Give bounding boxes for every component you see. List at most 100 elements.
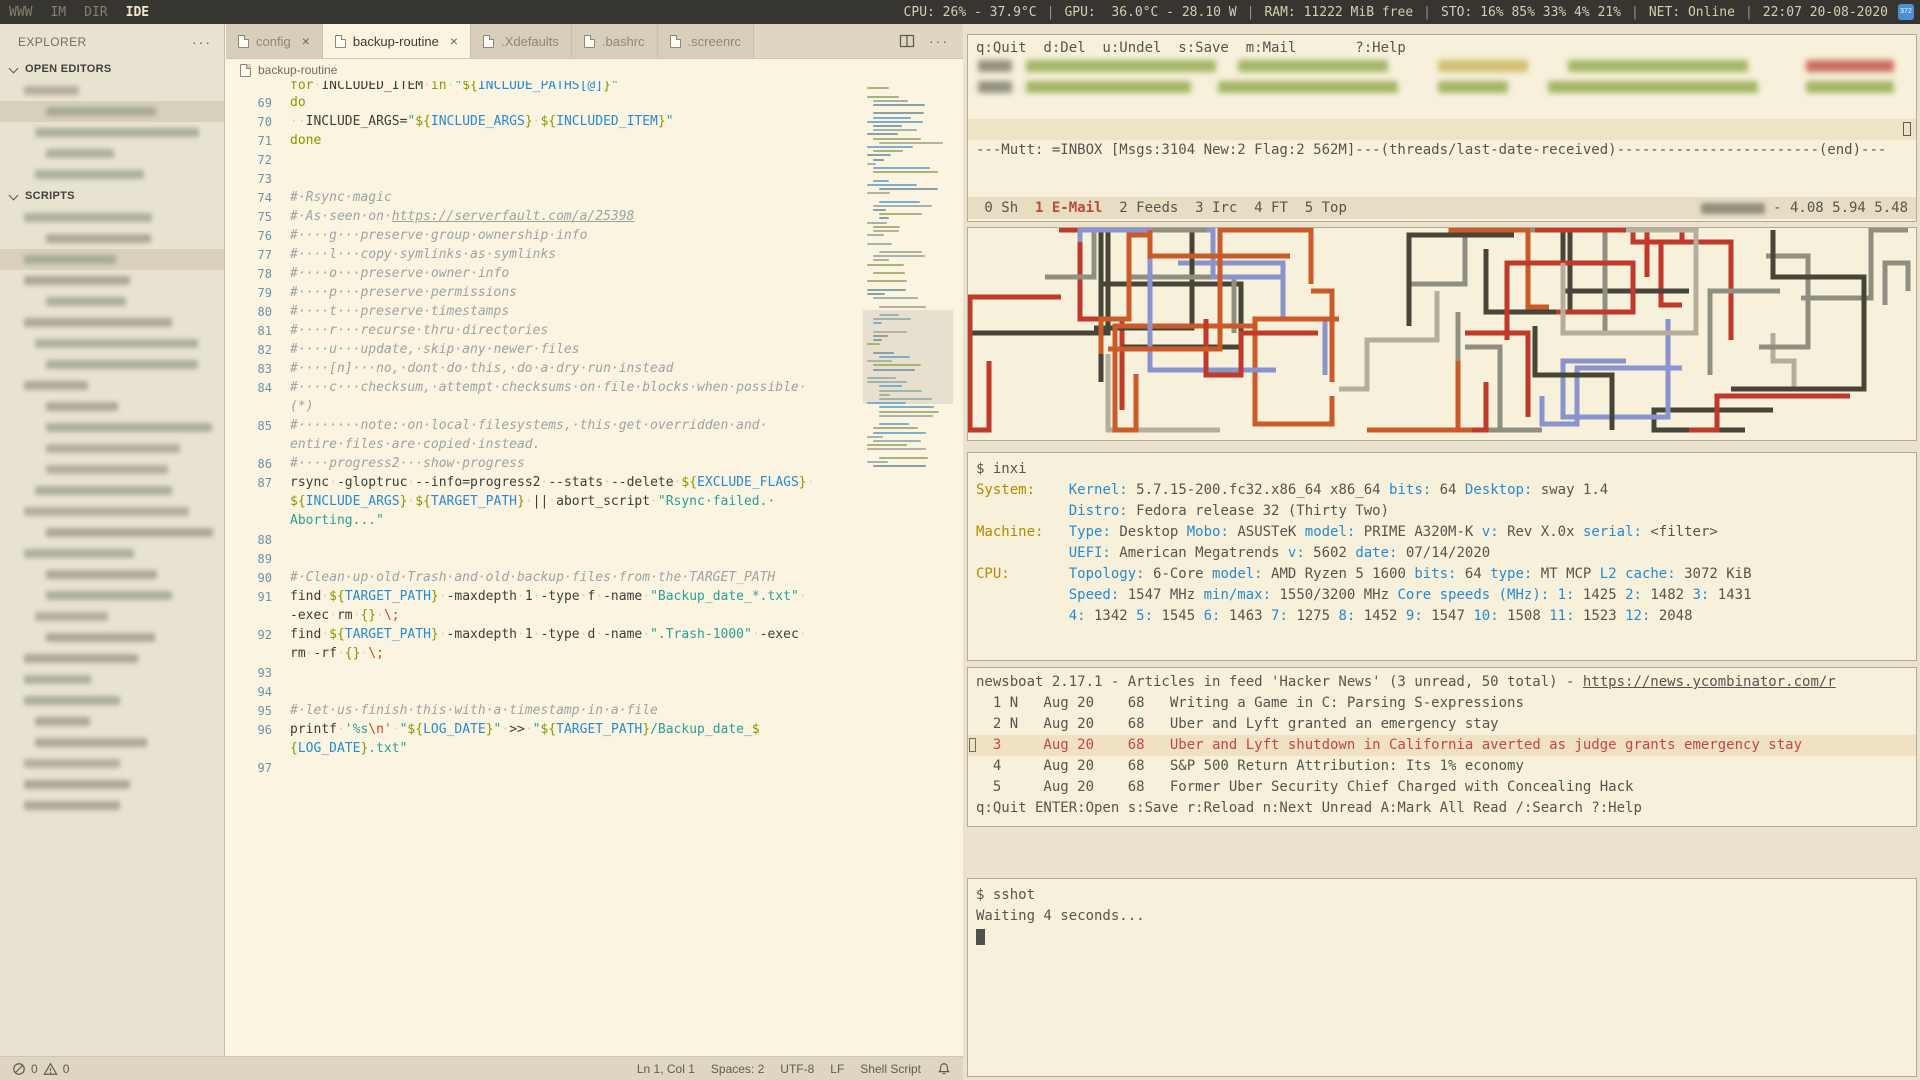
code-line[interactable]: 77#····l···copy·symlinks·as·symlinks bbox=[226, 245, 963, 264]
code-line[interactable]: 89 bbox=[226, 549, 963, 568]
file-list-item[interactable] bbox=[0, 101, 224, 122]
tab-backup-routine[interactable]: backup-routine× bbox=[323, 24, 471, 58]
code-line[interactable]: 94 bbox=[226, 682, 963, 701]
article-row[interactable]: 4 Aug 20 68 S&P 500 Return Attribution: … bbox=[968, 756, 1916, 777]
problems-indicator[interactable]: 0 0 bbox=[12, 1062, 69, 1076]
code-line[interactable]: 84#····c···checksum,·attempt·checksums·o… bbox=[226, 378, 963, 397]
code-line[interactable]: entire·files·are·copied·instead. bbox=[226, 435, 963, 454]
file-list-item[interactable] bbox=[0, 438, 224, 459]
file-list-item[interactable] bbox=[0, 354, 224, 375]
section-scripts[interactable]: SCRIPTS bbox=[0, 185, 224, 207]
file-list-item[interactable] bbox=[0, 543, 224, 564]
workspace-www[interactable]: WWW bbox=[0, 5, 41, 20]
tab-config[interactable]: config× bbox=[226, 24, 323, 58]
code-line[interactable]: 80#····t···preserve·timestamps bbox=[226, 302, 963, 321]
file-list-item[interactable] bbox=[0, 228, 224, 249]
article-row[interactable]: 2 N Aug 20 68 Uber and Lyft granted an e… bbox=[968, 714, 1916, 735]
tab-close-icon[interactable]: × bbox=[446, 33, 458, 49]
code-line[interactable]: -exec·rm·{}·\; bbox=[226, 606, 963, 625]
file-list-item[interactable] bbox=[0, 564, 224, 585]
terminal-pane-pipes[interactable] bbox=[967, 227, 1917, 441]
tab-Xdefaults[interactable]: .Xdefaults bbox=[471, 24, 572, 58]
file-list-item[interactable] bbox=[0, 795, 224, 816]
file-list-item[interactable] bbox=[0, 270, 224, 291]
workspace-im[interactable]: IM bbox=[41, 5, 75, 20]
file-list-item[interactable] bbox=[0, 501, 224, 522]
file-list-item[interactable] bbox=[0, 480, 224, 501]
file-list-item[interactable] bbox=[0, 774, 224, 795]
terminal-pane-newsboat[interactable]: newsboat 2.17.1 - Articles in feed 'Hack… bbox=[967, 667, 1917, 827]
file-list-item[interactable] bbox=[0, 753, 224, 774]
article-row[interactable]: 3 Aug 20 68 Uber and Lyft shutdown in Ca… bbox=[968, 735, 1916, 756]
file-list-item[interactable] bbox=[0, 143, 224, 164]
feed-url-link[interactable]: https://news.ycombinator.com/r bbox=[1583, 674, 1836, 690]
file-list-item[interactable] bbox=[0, 606, 224, 627]
code-line[interactable]: 81#····r···recurse·thru·directories bbox=[226, 321, 963, 340]
code-line[interactable]: (*) bbox=[226, 397, 963, 416]
file-list-item[interactable] bbox=[0, 627, 224, 648]
file-list-item[interactable] bbox=[0, 396, 224, 417]
article-row[interactable]: 5 Aug 20 68 Former Uber Security Chief C… bbox=[968, 777, 1916, 798]
code-line[interactable]: 95#·let·us·finish·this·with·a·timestamp·… bbox=[226, 701, 963, 720]
code-line[interactable]: 83#····[n]···no,·dont·do·this,·do·a·dry·… bbox=[226, 359, 963, 378]
file-list-item[interactable] bbox=[0, 690, 224, 711]
code-line[interactable]: 69do bbox=[226, 93, 963, 112]
article-row[interactable]: 1 N Aug 20 68 Writing a Game in C: Parsi… bbox=[968, 693, 1916, 714]
breadcrumb[interactable]: backup-routine bbox=[226, 59, 963, 81]
editor-actions-icon[interactable]: ··· bbox=[929, 33, 949, 49]
file-list-item[interactable] bbox=[0, 459, 224, 480]
file-list-item[interactable] bbox=[0, 648, 224, 669]
tab-close-icon[interactable]: × bbox=[298, 33, 310, 49]
section-open-editors[interactable]: OPEN EDITORS bbox=[0, 58, 224, 80]
statusbar-item[interactable]: LF bbox=[830, 1062, 844, 1076]
code-line[interactable]: 85#········note:·on·local·filesystems,·t… bbox=[226, 416, 963, 435]
file-list-item[interactable] bbox=[0, 669, 224, 690]
statusbar-item[interactable]: Ln 1, Col 1 bbox=[637, 1062, 695, 1076]
statusbar-item[interactable]: Spaces: 2 bbox=[711, 1062, 764, 1076]
code-line[interactable]: rm·-rf·{}·\; bbox=[226, 644, 963, 663]
tab-screenrc[interactable]: .screenrc bbox=[658, 24, 754, 58]
code-line[interactable]: 75#·As·seen·on·https://serverfault.com/a… bbox=[226, 207, 963, 226]
file-list-item[interactable] bbox=[0, 122, 224, 143]
minimap[interactable] bbox=[867, 81, 949, 481]
code-line[interactable]: 71done bbox=[226, 131, 963, 150]
code-line[interactable]: 88 bbox=[226, 530, 963, 549]
code-line[interactable]: 82#····u···update,·skip·any·newer·files bbox=[226, 340, 963, 359]
code-line[interactable]: 90#·Clean·up·old·Trash·and·old·backup·fi… bbox=[226, 568, 963, 587]
terminal-pane-shell[interactable]: $ sshot Waiting 4 seconds... bbox=[967, 878, 1917, 1077]
explorer-actions-icon[interactable]: ··· bbox=[192, 34, 212, 50]
terminal-pane-inxi[interactable]: $ inxi System: Kernel: 5.7.15-200.fc32.x… bbox=[967, 452, 1917, 661]
tab-bashrc[interactable]: .bashrc bbox=[572, 24, 658, 58]
mutt-selected-mail[interactable]: 3104 - 20.08.2020. (05:17) Matrix Notifi… bbox=[968, 119, 1916, 140]
workspace-ide[interactable]: IDE bbox=[117, 5, 158, 20]
file-list-item[interactable] bbox=[0, 711, 224, 732]
code-line[interactable]: 97 bbox=[226, 758, 963, 777]
statusbar-item[interactable]: UTF-8 bbox=[780, 1062, 814, 1076]
code-line[interactable]: 93 bbox=[226, 663, 963, 682]
workspace-dir[interactable]: DIR bbox=[75, 5, 116, 20]
file-list-item[interactable] bbox=[0, 585, 224, 606]
bell-icon[interactable] bbox=[937, 1062, 951, 1076]
file-list-item[interactable] bbox=[0, 291, 224, 312]
file-list-item[interactable] bbox=[0, 207, 224, 228]
code-line[interactable]: 74#·Rsync·magic bbox=[226, 188, 963, 207]
statusbar-item[interactable]: Shell Script bbox=[860, 1062, 921, 1076]
terminal-pane-mutt[interactable]: q:Quit d:Del u:Undel s:Save m:Mail ?:Hel… bbox=[967, 34, 1917, 222]
code-line[interactable]: 76#····g···preserve·group·ownership·info bbox=[226, 226, 963, 245]
file-list-item[interactable] bbox=[0, 312, 224, 333]
code-line[interactable]: 79#····p···preserve·permissions bbox=[226, 283, 963, 302]
code-line[interactable]: 96printf·'%s\n'·"${LOG_DATE}"·>>·"${TARG… bbox=[226, 720, 963, 739]
file-list-item[interactable] bbox=[0, 80, 224, 101]
code-line[interactable]: for·INCLUDED_ITEM·in·"${INCLUDE_PATHS[@]… bbox=[226, 81, 963, 93]
file-list-item[interactable] bbox=[0, 333, 224, 354]
file-list-item[interactable] bbox=[0, 732, 224, 753]
code-line[interactable]: {LOG_DATE}.txt" bbox=[226, 739, 963, 758]
code-line[interactable]: 73 bbox=[226, 169, 963, 188]
code-line[interactable]: 78#····o···preserve·owner·info bbox=[226, 264, 963, 283]
code-line[interactable]: Aborting..." bbox=[226, 511, 963, 530]
split-editor-icon[interactable] bbox=[899, 33, 915, 49]
code-line[interactable]: 92find·${TARGET_PATH}·-maxdepth·1·-type·… bbox=[226, 625, 963, 644]
file-list-item[interactable] bbox=[0, 375, 224, 396]
file-list-item[interactable] bbox=[0, 522, 224, 543]
file-list-item[interactable] bbox=[0, 164, 224, 185]
